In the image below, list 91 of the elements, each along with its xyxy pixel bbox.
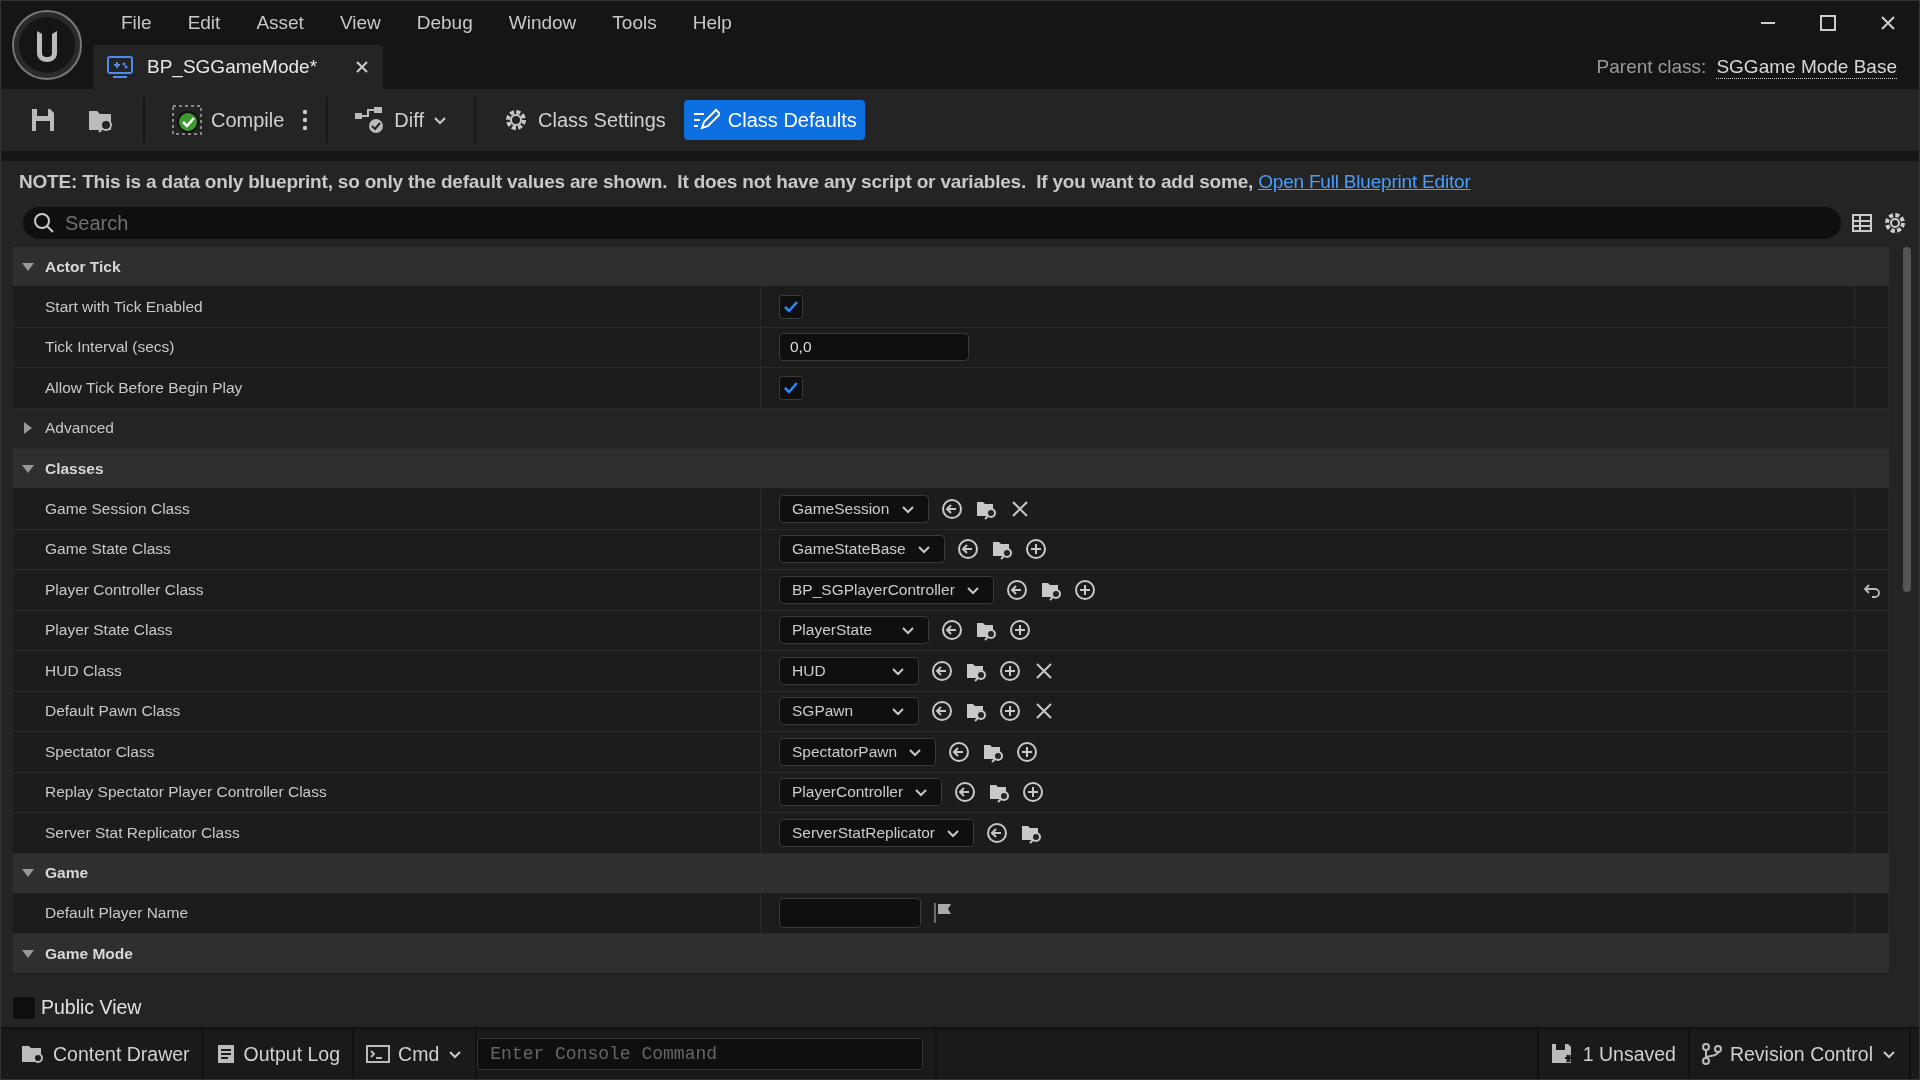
- compile-ok-icon: [171, 104, 203, 136]
- log-icon: [215, 1043, 236, 1065]
- section-header[interactable]: Game Mode: [13, 934, 1889, 974]
- property-label: Start with Tick Enabled: [45, 297, 203, 316]
- add-icon[interactable]: [1024, 538, 1047, 561]
- section-header[interactable]: Game: [13, 853, 1889, 894]
- checkbox[interactable]: [779, 375, 803, 400]
- menu-item[interactable]: Edit: [169, 12, 239, 34]
- use-selected-icon[interactable]: [941, 497, 963, 520]
- compile-button[interactable]: Compile: [163, 98, 293, 142]
- settings-icon[interactable]: [1883, 211, 1907, 235]
- class-dropdown[interactable]: GameStateBase: [779, 535, 945, 564]
- unsaved-button[interactable]: 1 Unsaved: [1536, 1029, 1690, 1079]
- use-selected-icon[interactable]: [1005, 578, 1028, 601]
- search-icon: [33, 212, 55, 234]
- add-icon[interactable]: [1073, 578, 1096, 601]
- close-icon[interactable]: [1879, 14, 1897, 32]
- folder-search-icon: [21, 1043, 45, 1065]
- output-log-button[interactable]: Output Log: [203, 1029, 355, 1079]
- property-label: HUD Class: [45, 661, 122, 680]
- class-settings-button[interactable]: Class Settings: [494, 100, 674, 140]
- data-only-notice: NOTE: This is a data only blueprint, so only the default values are shown. It does not have any script or variables. If you want to add some, Open Full Blueprint Editor: [18, 170, 1472, 194]
- console-input[interactable]: Enter Console Command: [477, 1038, 924, 1070]
- check-icon: [783, 299, 799, 314]
- menu-item[interactable]: Asset: [238, 12, 322, 34]
- menu-item[interactable]: Debug: [398, 12, 491, 34]
- revision-control-button[interactable]: Revision Control: [1689, 1029, 1911, 1079]
- section-header[interactable]: Actor Tick: [13, 247, 1889, 287]
- use-selected-icon[interactable]: [954, 781, 977, 804]
- property-label: Player State Class: [45, 621, 173, 640]
- group-label[interactable]: Advanced: [45, 419, 114, 438]
- use-selected-icon[interactable]: [931, 700, 953, 723]
- maximize-icon[interactable]: [1819, 14, 1837, 32]
- branch-icon: [1701, 1043, 1722, 1065]
- menu-item[interactable]: View: [321, 12, 399, 34]
- property-label: Tick Interval (secs): [45, 338, 175, 357]
- use-selected-icon[interactable]: [931, 659, 953, 682]
- class-dropdown[interactable]: PlayerState: [779, 616, 929, 645]
- property-label: Game State Class: [45, 540, 171, 559]
- number-field[interactable]: 0,0: [779, 333, 969, 362]
- menu-item[interactable]: Window: [490, 12, 595, 34]
- use-selected-icon[interactable]: [986, 821, 1008, 844]
- add-icon[interactable]: [1016, 740, 1039, 763]
- menu-item[interactable]: Tools: [594, 12, 675, 34]
- use-selected-icon[interactable]: [948, 740, 971, 763]
- class-dropdown[interactable]: BP_SGPlayerController: [779, 575, 994, 604]
- property-label: Server Stat Replicator Class: [45, 823, 240, 842]
- add-icon[interactable]: [999, 659, 1021, 682]
- parent-class-link[interactable]: SGGame Mode Base: [1716, 55, 1897, 79]
- property-label: Replay Spectator Player Controller Class: [45, 783, 327, 802]
- gamepad-icon: [107, 56, 133, 78]
- class-defaults-button[interactable]: Class Defaults: [683, 100, 865, 140]
- scrollbar[interactable]: [1903, 247, 1911, 592]
- check-icon: [783, 380, 799, 395]
- search-field[interactable]: Search: [23, 207, 1841, 239]
- property-label: Spectator Class: [45, 742, 155, 761]
- diff-button[interactable]: Diff: [346, 99, 456, 141]
- more-options-icon[interactable]: [302, 109, 309, 131]
- unreal-logo-icon: [11, 9, 83, 81]
- open-editor-link[interactable]: Open Full Blueprint Editor: [1258, 171, 1471, 192]
- property-label: Allow Tick Before Begin Play: [45, 378, 243, 397]
- menu-item[interactable]: Help: [674, 12, 750, 34]
- reset-arrow-icon[interactable]: [1862, 581, 1881, 598]
- class-dropdown[interactable]: SpectatorPawn: [779, 737, 937, 766]
- property-label: Game Session Class: [45, 499, 190, 518]
- use-selected-icon[interactable]: [941, 619, 963, 642]
- table-view-icon[interactable]: [1851, 212, 1873, 234]
- checkbox[interactable]: [779, 294, 803, 319]
- class-dropdown[interactable]: GameSession: [779, 494, 929, 523]
- add-icon[interactable]: [1022, 781, 1045, 804]
- class-dropdown[interactable]: ServerStatReplicator: [779, 818, 974, 847]
- terminal-icon: [366, 1044, 391, 1064]
- class-dropdown[interactable]: HUD: [779, 656, 919, 685]
- menu-item[interactable]: File: [103, 12, 170, 34]
- class-dropdown[interactable]: PlayerController: [779, 778, 943, 807]
- parent-class-label: Parent class:: [1596, 56, 1707, 78]
- class-dropdown[interactable]: SGPawn: [779, 697, 919, 726]
- public-view-label: Public View: [41, 996, 142, 1019]
- document-tab[interactable]: BP_SGGameMode*: [93, 45, 383, 89]
- save-icon: [29, 106, 57, 134]
- use-selected-icon[interactable]: [956, 538, 979, 561]
- flag-icon[interactable]: [933, 902, 953, 925]
- property-label: Default Player Name: [45, 904, 188, 923]
- section-header[interactable]: Classes: [13, 449, 1889, 489]
- add-icon[interactable]: [999, 700, 1021, 723]
- add-icon[interactable]: [1009, 619, 1031, 642]
- content-drawer-button[interactable]: Content Drawer: [9, 1029, 204, 1079]
- text-field[interactable]: [779, 898, 921, 929]
- property-label: Player Controller Class: [45, 580, 204, 599]
- property-label: Default Pawn Class: [45, 702, 181, 721]
- close-tab-icon[interactable]: [355, 60, 369, 74]
